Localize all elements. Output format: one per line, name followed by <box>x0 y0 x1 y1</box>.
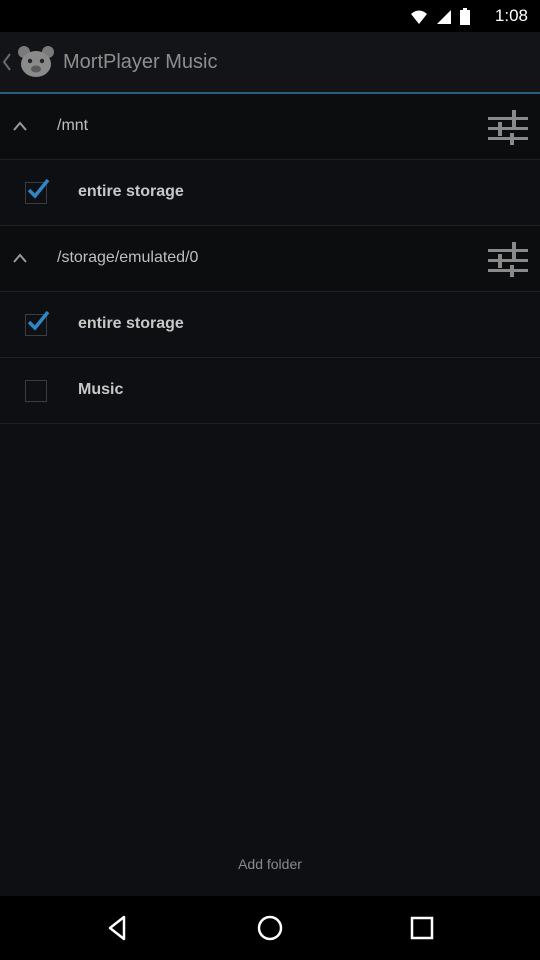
battery-icon <box>460 8 470 25</box>
list-item[interactable]: Music <box>0 358 540 424</box>
item-checkbox[interactable] <box>25 380 47 402</box>
folder-path: /mnt <box>57 117 89 134</box>
status-time: 1:08 <box>494 6 528 25</box>
item-label: entire storage <box>78 183 184 200</box>
folder-list: /mnt entire storage /storage/emulated/0 <box>0 94 540 424</box>
back-icon[interactable] <box>104 914 132 942</box>
signal-icon <box>437 9 451 24</box>
list-item[interactable]: entire storage <box>0 292 540 358</box>
home-icon[interactable] <box>256 914 284 942</box>
item-checkbox[interactable] <box>25 178 50 204</box>
folder-settings-icon[interactable] <box>486 238 530 280</box>
status-icons <box>410 8 470 25</box>
folder-path: /storage/emulated/0 <box>57 249 199 266</box>
recents-icon[interactable] <box>408 914 436 942</box>
collapse-caret-icon[interactable] <box>12 120 28 132</box>
app-logo-icon[interactable] <box>16 44 56 80</box>
folder-settings-icon[interactable] <box>486 106 530 148</box>
list-item[interactable]: entire storage <box>0 160 540 226</box>
checkmark-icon <box>27 178 50 199</box>
navigation-bar <box>0 896 540 960</box>
folder-header-mnt[interactable]: /mnt <box>0 94 540 160</box>
item-label: Music <box>78 381 124 398</box>
checkmark-icon <box>27 310 50 331</box>
wifi-icon <box>411 10 427 24</box>
collapse-caret-icon[interactable] <box>12 252 28 264</box>
app-bar: MortPlayer Music <box>0 32 540 94</box>
item-checkbox[interactable] <box>25 310 50 336</box>
item-label: entire storage <box>78 315 184 332</box>
add-folder-button[interactable]: Add folder <box>0 846 540 882</box>
status-bar: 1:08 <box>0 0 540 32</box>
back-chevron-icon[interactable] <box>2 52 12 72</box>
app-title: MortPlayer Music <box>63 51 218 73</box>
folder-header-storage-emulated[interactable]: /storage/emulated/0 <box>0 226 540 292</box>
